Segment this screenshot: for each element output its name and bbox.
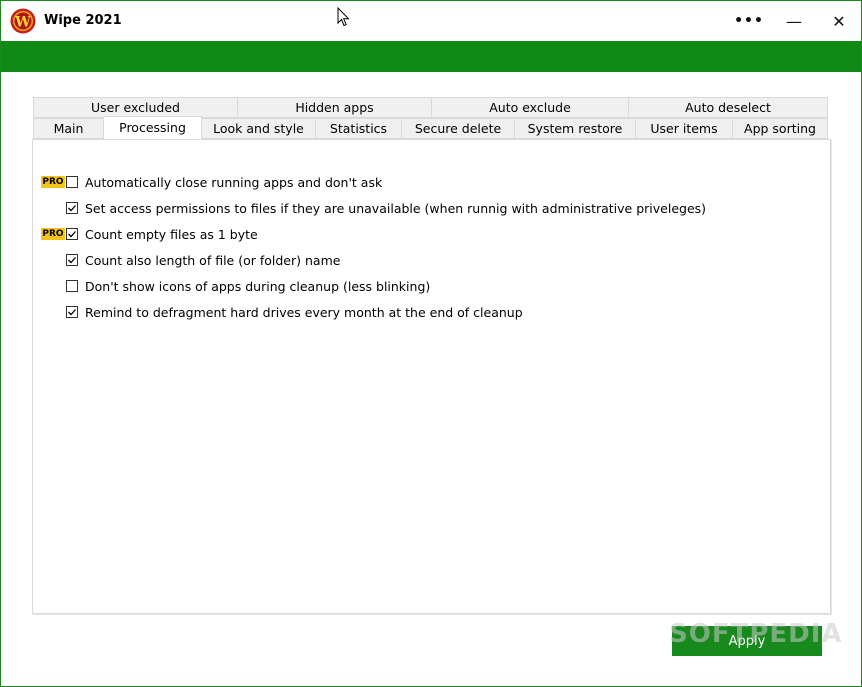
pro-badge: PRO	[41, 176, 65, 188]
checkmark-icon	[68, 231, 76, 238]
tab-system-restore[interactable]: System restore	[515, 118, 636, 139]
wipe-logo-icon: W	[10, 8, 36, 34]
tab-auto-exclude[interactable]: Auto exclude	[432, 97, 629, 118]
header-accent-bar	[1, 41, 861, 72]
app-window: W Wipe 2021 ••• — ✕ User excluded Hidden…	[0, 0, 862, 687]
tab-row-lower: Main Processing Look and style Statistic…	[33, 116, 828, 139]
tab-hidden-apps[interactable]: Hidden apps	[238, 97, 432, 118]
tab-secure-delete[interactable]: Secure delete	[402, 118, 515, 139]
tab-main[interactable]: Main	[33, 118, 104, 139]
window-title: Wipe 2021	[44, 13, 122, 28]
tab-look-and-style[interactable]: Look and style	[202, 118, 316, 139]
pro-badge: PRO	[41, 228, 65, 240]
tab-app-sorting[interactable]: App sorting	[733, 118, 828, 139]
checkmark-icon	[68, 309, 76, 316]
option-label: Don't show icons of apps during cleanup …	[85, 278, 431, 294]
tab-processing[interactable]: Processing	[104, 116, 202, 139]
checkbox[interactable]	[66, 228, 78, 240]
tab-auto-deselect[interactable]: Auto deselect	[629, 97, 828, 118]
option-label: Count empty files as 1 byte	[85, 226, 258, 242]
option-label: Set access permissions to files if they …	[85, 200, 707, 216]
title-bar[interactable]: W Wipe 2021 ••• — ✕	[1, 1, 861, 41]
tab-user-items[interactable]: User items	[636, 118, 733, 139]
checkbox[interactable]	[66, 176, 78, 188]
option-label: Automatically close running apps and don…	[85, 174, 383, 190]
minimize-button[interactable]: —	[771, 7, 817, 35]
more-options-button[interactable]: •••	[726, 7, 772, 35]
mouse-cursor-icon	[337, 7, 350, 27]
tab-row-upper: User excluded Hidden apps Auto exclude A…	[33, 97, 828, 118]
checkbox[interactable]	[66, 280, 78, 292]
option-label: Count also length of file (or folder) na…	[85, 252, 341, 268]
apply-button[interactable]: Apply	[672, 626, 822, 656]
close-button[interactable]: ✕	[816, 7, 862, 35]
checkbox[interactable]	[66, 306, 78, 318]
checkmark-icon	[68, 257, 76, 264]
processing-panel: PRO Automatically close running apps and…	[32, 139, 831, 614]
checkbox[interactable]	[66, 202, 78, 214]
checkmark-icon	[68, 205, 76, 212]
option-label: Remind to defragment hard drives every m…	[85, 304, 523, 320]
svg-text:W: W	[14, 15, 31, 31]
tab-user-excluded[interactable]: User excluded	[33, 97, 238, 118]
checkbox[interactable]	[66, 254, 78, 266]
tab-statistics[interactable]: Statistics	[316, 118, 402, 139]
